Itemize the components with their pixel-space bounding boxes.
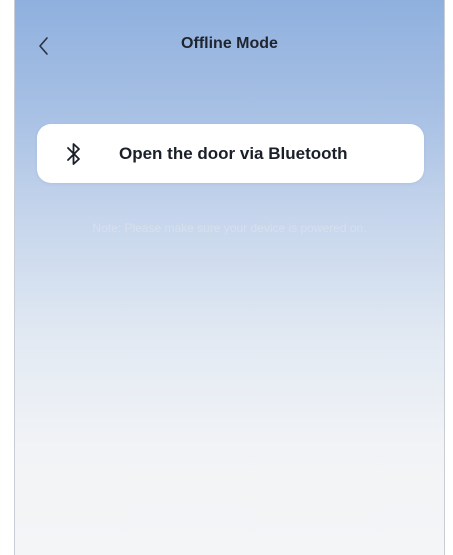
open-door-bluetooth-button[interactable]: Open the door via Bluetooth bbox=[37, 124, 424, 183]
app-screen: Offline Mode Open the door via Bluetooth… bbox=[14, 0, 445, 555]
bluetooth-icon bbox=[67, 143, 80, 165]
power-note: Note: Please make sure your device is po… bbox=[92, 221, 367, 235]
bluetooth-button-label: Open the door via Bluetooth bbox=[119, 144, 348, 163]
navigation-bar: Offline Mode bbox=[15, 0, 444, 90]
page-title: Offline Mode bbox=[181, 35, 278, 52]
